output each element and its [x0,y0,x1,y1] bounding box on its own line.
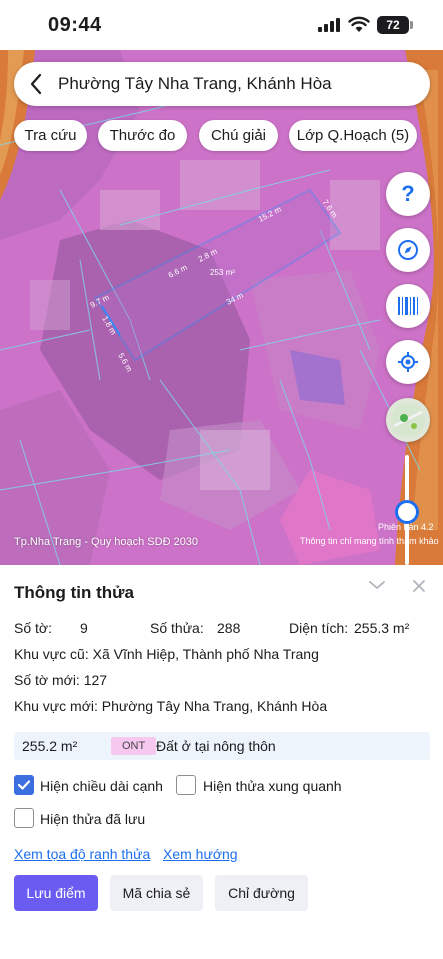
land-use-description: Đất ở tại nông thôn [156,738,276,754]
chip-planning-layers[interactable]: Lớp Q.Hoạch (5) [289,120,417,151]
chip-lookup[interactable]: Tra cứu [14,120,87,151]
opacity-slider-handle[interactable] [395,500,419,524]
compass-icon [398,240,418,260]
sheet-value: 9 [80,620,88,636]
area-value: 255.3 m² [354,620,410,636]
back-button[interactable] [14,62,58,106]
view-direction-link[interactable]: Xem hướng [163,846,238,862]
map-thumbnail-icon [391,403,425,437]
directions-button[interactable]: Chỉ đường [215,875,308,911]
parcel-info-panel: Thông tin thửa Số tờ: 9 Số thửa: 288 Diệ… [0,565,443,959]
question-icon: ? [401,181,415,206]
map-view[interactable]: 15.2 m 7.6 m 34 m 5.6 m 1.8 m 9.7 m 6.6 … [0,50,443,565]
chip-legend[interactable]: Chú giải [199,120,278,151]
my-location-button[interactable] [386,340,430,384]
chip-ruler[interactable]: Thước đo [98,120,187,151]
compass-button[interactable] [386,228,430,272]
parcel-number-label: Số thửa: [150,620,204,636]
show-edge-length-checkbox[interactable] [14,775,34,795]
show-edge-length-label[interactable]: Hiện chiều dài cạnh [40,778,163,794]
show-saved-checkbox[interactable] [14,808,34,828]
chevron-down-icon[interactable] [368,579,386,591]
search-bar[interactable]: Phường Tây Nha Trang, Khánh Hòa [14,62,430,106]
sheet-label: Số tờ: [14,620,52,636]
new-sheet-number: Số tờ mới: 127 [14,672,108,688]
disclaimer-label: Thông tin chỉ mang tính tham khảo [300,536,439,546]
planning-layer-label: Tp.Nha Trang - Quy hoạch SDĐ 2030 [14,536,199,548]
show-saved-label[interactable]: Hiện thửa đã lưu [40,811,145,827]
view-boundary-coordinates-link[interactable]: Xem tọa độ ranh thửa [14,846,150,862]
app-root: 09:44 72 15.2 m 7.6 m 34 m 5.6 m 1.8 m 9… [0,0,443,959]
location-title[interactable]: Phường Tây Nha Trang, Khánh Hòa [58,74,332,94]
barcode-icon [398,297,418,315]
parcel-area-label: 253 m² [210,268,235,277]
checkmark-icon [17,780,31,790]
land-use-area: 255.2 m² [22,738,78,754]
land-use-row: 255.2 m² ONT Đất ở tại nông thôn [14,732,430,760]
wifi-icon [348,16,370,32]
parcel-number-value: 288 [217,620,241,636]
area-label: Diện tích: [289,620,349,636]
tool-chips: Tra cứu Thước đo Chú giải Lớp Q.Hoạch (5… [0,120,443,152]
cellular-signal-icon [318,18,340,32]
save-point-button[interactable]: Lưu điểm [14,875,98,911]
new-region: Khu vực mới: Phường Tây Nha Trang, Khánh… [14,698,328,714]
locate-icon [398,352,418,372]
battery-icon: 72 [377,16,409,34]
battery-tip [410,21,413,29]
status-bar: 09:44 72 [0,0,443,50]
battery-level: 72 [386,18,400,32]
status-time: 09:44 [48,14,102,36]
show-surrounding-checkbox[interactable] [176,775,196,795]
show-surrounding-label[interactable]: Hiện thửa xung quanh [203,778,342,794]
help-button[interactable]: ? [386,172,430,216]
close-icon[interactable] [412,579,426,593]
share-code-button[interactable]: Mã chia sẻ [110,875,203,911]
chevron-left-icon [30,73,42,95]
barcode-button[interactable] [386,284,430,328]
panel-title: Thông tin thửa [14,583,134,602]
land-use-code-badge: ONT [111,737,157,755]
map-type-button[interactable] [386,398,430,442]
old-region: Khu vực cũ: Xã Vĩnh Hiệp, Thành phố Nha … [14,646,319,662]
